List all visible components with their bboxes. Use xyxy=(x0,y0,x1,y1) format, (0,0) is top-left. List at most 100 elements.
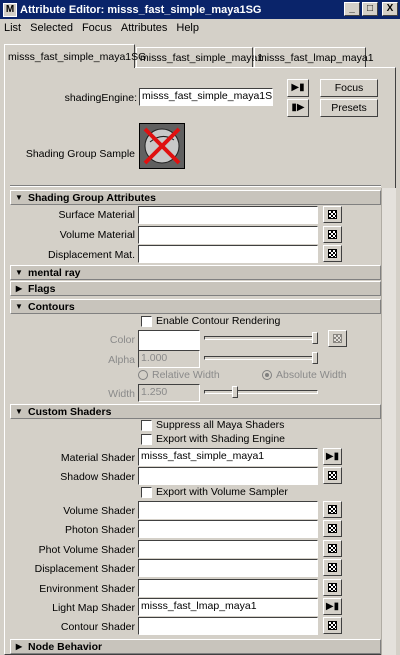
shadow-shader-field[interactable] xyxy=(138,467,318,485)
section-contours[interactable]: ▼ Contours xyxy=(10,299,381,314)
minimize-button[interactable]: _ xyxy=(344,2,360,16)
absolute-width-radio[interactable] xyxy=(262,370,272,380)
volume-material-label: Volume Material xyxy=(59,229,135,241)
tab-lightmap[interactable]: misss_fast_lmap_maya1 xyxy=(254,47,374,67)
maya-logo-icon: M xyxy=(3,2,17,17)
contour-alpha-label: Alpha xyxy=(108,354,135,366)
window-title: Attribute Editor: misss_fast_simple_maya… xyxy=(20,3,262,16)
displacement-shader-label: Displacement Shader xyxy=(34,563,135,575)
export-volume-sampler-checkbox[interactable] xyxy=(141,487,152,498)
menu-attributes[interactable]: Attributes xyxy=(121,22,167,34)
relative-width-label: Relative Width xyxy=(152,369,220,381)
environment-shader-map-icon[interactable] xyxy=(323,579,342,596)
contour-shader-label: Contour Shader xyxy=(60,621,135,633)
focus-button[interactable]: Focus xyxy=(320,79,378,97)
tab-material[interactable]: misss_fast_simple_maya1 xyxy=(136,47,263,67)
volume-material-map-icon[interactable] xyxy=(323,226,342,243)
presets-button[interactable]: Presets xyxy=(320,99,378,117)
surface-material-field[interactable] xyxy=(138,206,318,224)
separator xyxy=(10,185,381,187)
enable-contour-checkbox[interactable] xyxy=(141,316,152,327)
phot-volume-shader-field[interactable] xyxy=(138,540,318,558)
shading-engine-field[interactable]: misss_fast_simple_maya1SG xyxy=(139,88,273,106)
displacement-mat-field[interactable] xyxy=(138,245,318,263)
collapse-down-icon: ▼ xyxy=(15,268,23,277)
output-connections-icon[interactable]: ▮▶ xyxy=(287,99,309,117)
close-button[interactable]: X xyxy=(382,2,398,16)
displacement-mat-label: Displacement Mat. xyxy=(48,249,135,261)
contour-color-slider[interactable] xyxy=(204,336,318,340)
contour-color-slider-thumb[interactable] xyxy=(312,332,318,344)
menu-help[interactable]: Help xyxy=(176,22,199,34)
shading-sample-swatch xyxy=(139,123,185,169)
sample-label: Shading Group Sample xyxy=(25,148,135,160)
displacement-shader-map-icon[interactable] xyxy=(323,559,342,576)
volume-material-field[interactable] xyxy=(138,226,318,244)
volume-shader-label: Volume Shader xyxy=(63,505,135,517)
shadow-shader-label: Shadow Shader xyxy=(60,471,135,483)
collapse-down-icon: ▼ xyxy=(15,193,23,202)
maximize-button[interactable]: □ xyxy=(362,2,378,16)
enable-contour-label: Enable Contour Rendering xyxy=(156,315,281,327)
expand-right-icon: ▶ xyxy=(15,642,23,651)
collapse-down-icon: ▼ xyxy=(15,407,23,416)
menu-focus[interactable]: Focus xyxy=(82,22,112,34)
suppress-maya-shaders-checkbox[interactable] xyxy=(141,420,152,431)
contour-shader-field[interactable] xyxy=(138,617,318,635)
light-map-shader-connection-icon[interactable]: ▶▮ xyxy=(323,598,342,615)
surface-material-label: Surface Material xyxy=(58,209,135,221)
attribute-panel: shadingEngine: misss_fast_simple_maya1SG… xyxy=(4,67,396,655)
photon-shader-field[interactable] xyxy=(138,520,318,538)
contour-width-slider[interactable] xyxy=(204,390,318,394)
absolute-width-label: Absolute Width xyxy=(276,369,347,381)
surface-material-map-icon[interactable] xyxy=(323,206,342,223)
photon-shader-label: Photon Shader xyxy=(64,524,135,536)
collapse-down-icon: ▼ xyxy=(15,302,23,311)
contour-width-label: Width xyxy=(108,388,135,400)
volume-shader-field[interactable] xyxy=(138,501,318,519)
menu-list[interactable]: List xyxy=(4,22,21,34)
tab-shading-group[interactable]: misss_fast_simple_maya1SG xyxy=(4,44,146,68)
contour-color-swatch[interactable] xyxy=(138,330,200,351)
section-node-behavior[interactable]: ▶ Node Behavior xyxy=(10,639,381,654)
section-shading-group-attributes[interactable]: ▼ Shading Group Attributes xyxy=(10,190,381,205)
material-shader-connection-icon[interactable]: ▶▮ xyxy=(323,448,342,465)
export-shading-engine-checkbox[interactable] xyxy=(141,434,152,445)
expand-right-icon: ▶ xyxy=(15,284,23,293)
material-shader-field[interactable]: misss_fast_simple_maya1 xyxy=(138,448,318,466)
material-shader-label: Material Shader xyxy=(60,452,135,464)
suppress-maya-shaders-label: Suppress all Maya Shaders xyxy=(156,419,285,431)
contour-alpha-slider[interactable] xyxy=(204,356,318,360)
contour-alpha-slider-thumb[interactable] xyxy=(312,352,318,364)
export-volume-sampler-label: Export with Volume Sampler xyxy=(156,486,288,498)
section-flags[interactable]: ▶ Flags xyxy=(10,281,381,296)
input-connections-icon[interactable]: ▶▮ xyxy=(287,79,309,97)
vertical-scrollbar[interactable] xyxy=(381,188,396,655)
phot-volume-shader-map-icon[interactable] xyxy=(323,540,342,557)
light-map-shader-label: Light Map Shader xyxy=(52,602,135,614)
section-custom-shaders[interactable]: ▼ Custom Shaders xyxy=(10,404,381,419)
menu-bar: List Selected Focus Attributes Help xyxy=(0,19,400,37)
shading-engine-label: shadingEngine: xyxy=(64,92,137,104)
node-tabs: misss_fast_simple_maya1SG misss_fast_sim… xyxy=(4,44,396,68)
contour-shader-map-icon[interactable] xyxy=(323,617,342,634)
displacement-mat-map-icon[interactable] xyxy=(323,245,342,262)
volume-shader-map-icon[interactable] xyxy=(323,501,342,518)
shadow-shader-map-icon[interactable] xyxy=(323,467,342,484)
title-bar: M Attribute Editor: misss_fast_simple_ma… xyxy=(0,0,400,19)
contour-alpha-field[interactable]: 1.000 xyxy=(138,350,200,368)
contour-color-map-icon[interactable] xyxy=(328,330,347,347)
contour-width-slider-thumb[interactable] xyxy=(232,386,238,398)
displacement-shader-field[interactable] xyxy=(138,559,318,577)
environment-shader-field[interactable] xyxy=(138,579,318,597)
environment-shader-label: Environment Shader xyxy=(39,583,135,595)
photon-shader-map-icon[interactable] xyxy=(323,520,342,537)
section-mental-ray[interactable]: ▼ mental ray xyxy=(10,265,381,280)
relative-width-radio[interactable] xyxy=(138,370,148,380)
contour-width-field[interactable]: 1.250 xyxy=(138,384,200,402)
export-shading-engine-label: Export with Shading Engine xyxy=(156,433,285,445)
light-map-shader-field[interactable]: misss_fast_lmap_maya1 xyxy=(138,598,318,616)
no-sample-icon xyxy=(143,127,181,165)
phot-volume-shader-label: Phot Volume Shader xyxy=(38,544,135,556)
menu-selected[interactable]: Selected xyxy=(30,22,73,34)
